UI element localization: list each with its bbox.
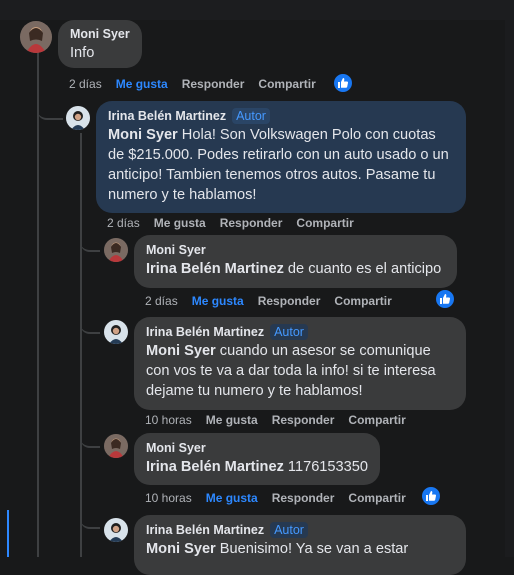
comment-body: Buenisimo! Ya se van a estar: [215, 541, 409, 557]
thread-curve-3: [80, 318, 100, 334]
like-thumbs-up-icon[interactable]: [421, 486, 441, 506]
comment-actions: 2 días Me gusta Responder Compartir: [69, 76, 330, 92]
comment-text: Irina Belén Martinez 1176153350: [146, 457, 368, 477]
comment-actions: 10 horas Me gusta Responder Compartir: [145, 412, 420, 428]
comment-author[interactable]: Moni Syer: [70, 26, 130, 42]
comment-text: Moni Syer Buenisimo! Ya se van a estar: [146, 539, 454, 559]
avatar-irina-belen-martinez[interactable]: [104, 320, 128, 344]
author-name[interactable]: Irina Belén Martinez: [108, 109, 226, 123]
author-name[interactable]: Irina Belén Martinez: [146, 325, 264, 339]
mention-link[interactable]: Irina Belén Martinez: [146, 261, 284, 277]
author-name[interactable]: Irina Belén Martinez: [146, 523, 264, 537]
comment-bubble: Moni Syer Irina Belén Martinez 117615335…: [134, 433, 380, 485]
like-thumbs-up-icon[interactable]: [333, 73, 353, 93]
comment-time[interactable]: 2 días: [107, 216, 140, 230]
comment-author: Irina Belén Martinez Autor: [146, 522, 454, 538]
comment-author[interactable]: Moni Syer: [146, 242, 445, 258]
mention-link[interactable]: Moni Syer: [146, 343, 216, 359]
comment-text: Info: [70, 45, 95, 61]
thread-line-nested: [80, 133, 82, 557]
avatar-moni-syer[interactable]: [104, 434, 128, 458]
comment-time[interactable]: 10 horas: [145, 413, 192, 427]
comment-time[interactable]: 2 días: [69, 77, 102, 91]
focus-rail: [7, 510, 9, 557]
comment-text: Moni Syer cuando un asesor se comunique …: [146, 341, 454, 401]
like-button[interactable]: Me gusta: [206, 413, 258, 427]
mention-link[interactable]: Moni Syer: [108, 127, 178, 143]
reply-button[interactable]: Responder: [220, 216, 283, 230]
comment-body: de cuanto es el anticipo: [283, 261, 442, 277]
like-button[interactable]: Me gusta: [206, 491, 258, 505]
share-button[interactable]: Compartir: [258, 77, 315, 91]
author-badge: Autor: [270, 522, 308, 538]
comment-bubble: Irina Belén Martinez Autor Moni Syer Buen…: [134, 515, 466, 575]
share-button[interactable]: Compartir: [334, 294, 391, 308]
avatar-irina-belen-martinez[interactable]: [66, 106, 90, 130]
thread-curve-2: [80, 236, 100, 252]
comment-author: Irina Belén Martinez Autor: [146, 324, 454, 340]
top-bar: [0, 0, 514, 20]
thread-curve-1: [37, 104, 63, 120]
thread-curve-5: [80, 513, 100, 529]
thread-line-main: [37, 52, 39, 557]
share-button[interactable]: Compartir: [348, 413, 405, 427]
mention-link[interactable]: Irina Belén Martinez: [146, 459, 284, 475]
comment-text: Moni Syer Hola! Son Volkswagen Polo con …: [108, 125, 454, 205]
like-button[interactable]: Me gusta: [154, 216, 206, 230]
author-badge: Autor: [270, 324, 308, 340]
like-button[interactable]: Me gusta: [192, 294, 244, 308]
comment-actions: 2 días Me gusta Responder Compartir: [145, 293, 406, 309]
avatar-moni-syer[interactable]: [104, 238, 128, 262]
comment-author[interactable]: Moni Syer: [146, 440, 368, 456]
avatar-moni-syer[interactable]: [20, 21, 52, 53]
comment-text: Irina Belén Martinez de cuanto es el ant…: [146, 259, 445, 279]
comment-body: 1176153350: [283, 459, 369, 475]
like-thumbs-up-icon[interactable]: [435, 289, 455, 309]
avatar-irina-belen-martinez[interactable]: [104, 518, 128, 542]
thread-curve-4: [80, 432, 100, 448]
mention-link[interactable]: Moni Syer: [146, 541, 216, 557]
comment-bubble: Irina Belén Martinez Autor Moni Syer cuan…: [134, 317, 466, 410]
reply-button[interactable]: Responder: [272, 491, 335, 505]
like-button[interactable]: Me gusta: [116, 77, 168, 91]
scroll-edge: [505, 20, 514, 557]
comment-bubble-author: Irina Belén Martinez Autor Moni Syer Hola…: [96, 101, 466, 213]
reply-button[interactable]: Responder: [182, 77, 245, 91]
comment-bubble: Moni Syer Info: [58, 20, 142, 68]
author-badge: Autor: [232, 108, 270, 124]
share-button[interactable]: Compartir: [296, 216, 353, 230]
comment-time[interactable]: 2 días: [145, 294, 178, 308]
share-button[interactable]: Compartir: [348, 491, 405, 505]
comment-actions: 10 horas Me gusta Responder Compartir: [145, 490, 420, 506]
comment-author: Irina Belén Martinez Autor: [108, 108, 454, 124]
comment-time[interactable]: 10 horas: [145, 491, 192, 505]
comment-bubble: Moni Syer Irina Belén Martinez de cuanto…: [134, 235, 457, 288]
reply-button[interactable]: Responder: [258, 294, 321, 308]
comment-actions: 2 días Me gusta Responder Compartir: [107, 215, 368, 231]
reply-button[interactable]: Responder: [272, 413, 335, 427]
